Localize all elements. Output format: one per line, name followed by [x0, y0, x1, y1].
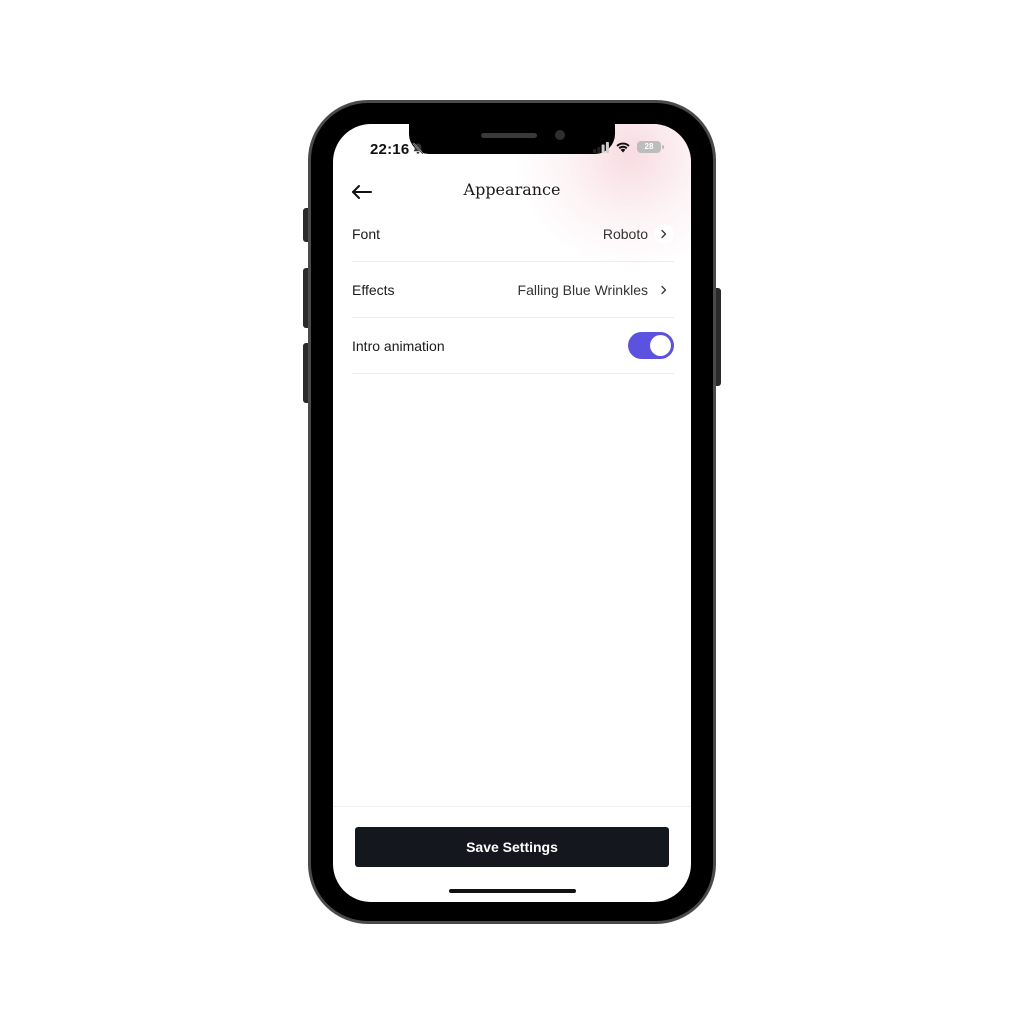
page-title: Appearance	[463, 180, 561, 199]
save-settings-button[interactable]: Save Settings	[355, 827, 669, 867]
font-value-group: Roboto	[602, 223, 674, 244]
phone-screen: 22:16 28 Appearance Font Roboto Effects …	[333, 124, 691, 902]
intro-animation-label: Intro animation	[352, 337, 445, 354]
effects-setting-row[interactable]: Effects Falling Blue Wrinkles	[352, 262, 674, 318]
stage: 22:16 28 Appearance Font Roboto Effects …	[0, 0, 1024, 1024]
notch	[409, 124, 615, 154]
chevron-right-icon	[654, 279, 674, 300]
wifi-icon	[616, 142, 630, 153]
effects-value-group: Falling Blue Wrinkles	[517, 279, 674, 300]
status-icons: 28	[593, 141, 664, 153]
intro-animation-row: Intro animation	[352, 318, 674, 374]
bell-muted-icon	[412, 142, 424, 155]
font-setting-row[interactable]: Font Roboto	[352, 206, 674, 262]
settings-list: Font Roboto Effects Falling Blue Wrinkle…	[352, 206, 674, 374]
signal-icon	[593, 142, 609, 153]
front-camera	[555, 130, 565, 140]
effects-value: Falling Blue Wrinkles	[517, 281, 648, 298]
intro-animation-toggle[interactable]	[628, 332, 674, 359]
toggle-knob	[650, 335, 671, 356]
speaker-grille	[481, 133, 537, 138]
chevron-right-icon	[654, 223, 674, 244]
battery-level: 28	[644, 142, 654, 151]
home-indicator[interactable]	[449, 889, 576, 893]
battery-icon: 28	[637, 141, 664, 153]
footer-divider	[333, 806, 691, 807]
font-label: Font	[352, 225, 381, 242]
effects-label: Effects	[352, 281, 395, 298]
font-value: Roboto	[602, 225, 648, 242]
status-time: 22:16	[370, 141, 410, 158]
